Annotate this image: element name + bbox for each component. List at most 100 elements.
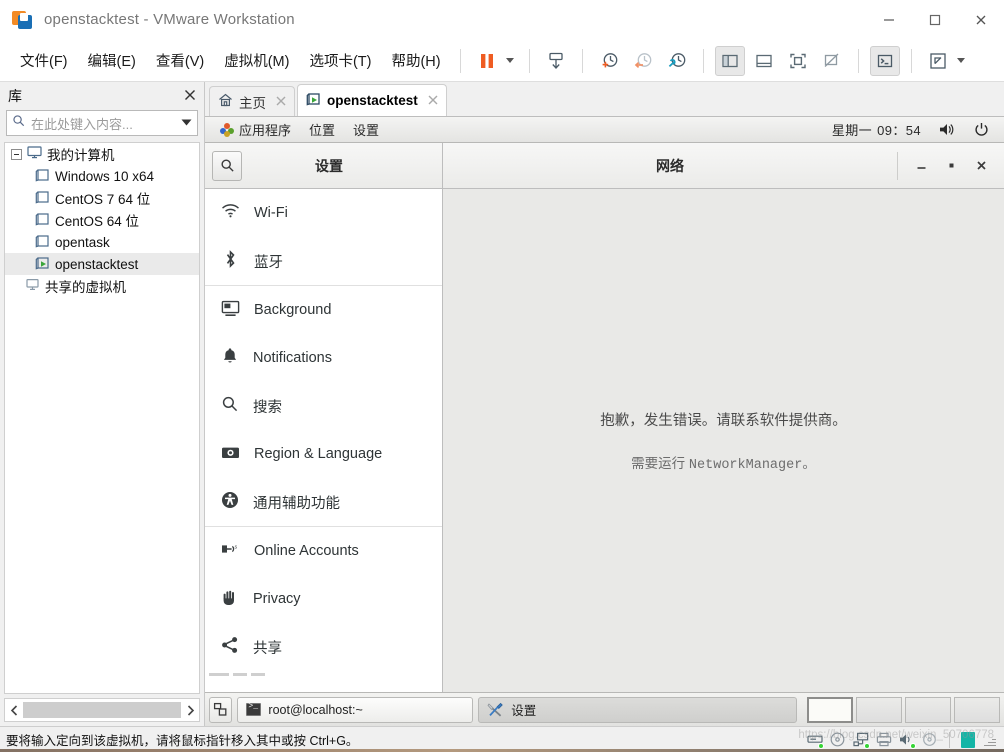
clock[interactable]: 星期一 09：54 bbox=[823, 120, 930, 139]
toolbar-divider bbox=[582, 49, 583, 73]
show-desktop-icon[interactable] bbox=[209, 697, 232, 723]
chevron-down-icon[interactable] bbox=[181, 114, 192, 132]
show-sidebar-icon[interactable] bbox=[715, 46, 745, 76]
sidebar-item-region-language[interactable]: Region & Language bbox=[205, 430, 442, 478]
stretch-dropdown-icon[interactable] bbox=[957, 58, 965, 63]
taskbar-item-settings[interactable]: 设置 bbox=[478, 697, 797, 723]
clock-day: 星期一 bbox=[832, 120, 872, 139]
close-icon[interactable] bbox=[276, 94, 286, 109]
search-icon bbox=[12, 114, 25, 132]
close-icon[interactable] bbox=[428, 93, 438, 108]
toolbar-divider bbox=[460, 49, 461, 73]
tree-item-openstacktest[interactable]: openstacktest bbox=[5, 253, 199, 275]
suspend-icon[interactable] bbox=[472, 46, 502, 76]
stretch-icon[interactable] bbox=[923, 46, 953, 76]
sidebar-scroll-indicator[interactable] bbox=[205, 671, 442, 678]
usb-icon[interactable] bbox=[922, 732, 938, 748]
minimize-button[interactable] bbox=[866, 0, 912, 40]
status-dot bbox=[864, 743, 870, 749]
search-icon bbox=[221, 395, 239, 417]
menu-bar: 文件(F) 编辑(E) 查看(V) 虚拟机(M) 选项卡(T) 帮助(H) bbox=[0, 40, 1004, 82]
sidebar-item-wifi[interactable]: Wi-Fi bbox=[205, 189, 442, 237]
places-menu[interactable]: 位置 bbox=[300, 120, 344, 139]
settings-body: Wi-Fi 蓝牙 bbox=[205, 189, 1004, 692]
menu-tabs[interactable]: 选项卡(T) bbox=[299, 46, 381, 75]
region-language-icon bbox=[221, 445, 240, 464]
library-header: 库 bbox=[0, 82, 204, 110]
library-search-box[interactable]: 在此处键入内容... bbox=[6, 110, 198, 136]
error-secondary-suffix: 。 bbox=[802, 456, 816, 471]
close-icon[interactable] bbox=[184, 88, 196, 104]
settings-menu[interactable]: 设置 bbox=[344, 120, 388, 139]
tab-openstacktest[interactable]: openstacktest bbox=[297, 84, 447, 116]
tree-item-centos-7[interactable]: CentOS 7 64 位 bbox=[5, 187, 199, 209]
sidebar-item-label: Notifications bbox=[253, 350, 332, 366]
resize-grip-icon[interactable] bbox=[982, 733, 996, 747]
chevron-right-icon[interactable] bbox=[181, 699, 199, 721]
tree-item-windows-10[interactable]: Windows 10 x64 bbox=[5, 165, 199, 187]
settings-title: 设置 bbox=[242, 156, 442, 176]
power-icon[interactable] bbox=[965, 122, 998, 137]
menu-vm[interactable]: 虚拟机(M) bbox=[214, 46, 299, 75]
volume-icon[interactable] bbox=[930, 122, 965, 137]
workspace-switcher[interactable] bbox=[807, 697, 1000, 723]
send-ctrl-alt-del-icon[interactable] bbox=[541, 46, 571, 76]
sidebar-item-sharing[interactable]: 共享 bbox=[205, 623, 442, 671]
sound-card-icon[interactable] bbox=[899, 732, 915, 748]
settings-sidebar[interactable]: Wi-Fi 蓝牙 bbox=[205, 189, 443, 692]
show-thumbnails-icon[interactable] bbox=[749, 46, 779, 76]
wrench-settings-icon bbox=[487, 702, 504, 718]
maximize-button[interactable] bbox=[912, 0, 958, 40]
window-controls bbox=[866, 0, 1004, 40]
tree-item-opentask[interactable]: opentask bbox=[5, 231, 199, 253]
snapshot-manager-icon[interactable] bbox=[662, 46, 692, 76]
library-horizontal-scrollbar[interactable] bbox=[4, 698, 200, 722]
workspace-3[interactable] bbox=[905, 697, 951, 723]
applications-menu[interactable]: 应用程序 bbox=[211, 120, 300, 139]
search-input[interactable]: 在此处键入内容... bbox=[31, 114, 175, 133]
sidebar-item-privacy[interactable]: Privacy bbox=[205, 575, 442, 623]
menu-help[interactable]: 帮助(H) bbox=[381, 46, 450, 75]
close-button[interactable] bbox=[958, 0, 1004, 40]
close-button[interactable] bbox=[966, 150, 996, 182]
sidebar-item-notifications[interactable]: Notifications bbox=[205, 334, 442, 382]
menu-view[interactable]: 查看(V) bbox=[146, 46, 214, 75]
tree-item-shared-vms[interactable]: 共享的虚拟机 bbox=[5, 275, 199, 297]
cd-dvd-icon[interactable] bbox=[830, 732, 846, 748]
share-icon bbox=[221, 636, 239, 658]
minimize-button[interactable] bbox=[906, 150, 936, 182]
teal-note-icon[interactable] bbox=[961, 732, 975, 748]
console-view-icon[interactable] bbox=[870, 46, 900, 76]
taskbar-item-terminal[interactable]: root@localhost:~ bbox=[237, 697, 473, 723]
printer-icon[interactable] bbox=[876, 732, 892, 748]
search-icon[interactable] bbox=[212, 151, 242, 181]
menu-edit[interactable]: 编辑(E) bbox=[78, 46, 146, 75]
workspace-row: 库 在此处键入内容... bbox=[0, 82, 1004, 726]
workspace-4[interactable] bbox=[954, 697, 1000, 723]
maximize-button[interactable] bbox=[936, 150, 966, 182]
unity-mode-icon[interactable] bbox=[817, 46, 847, 76]
chevron-left-icon[interactable] bbox=[5, 699, 23, 721]
workspace-2[interactable] bbox=[856, 697, 902, 723]
sidebar-item-accessibility[interactable]: 通用辅助功能 bbox=[205, 478, 442, 526]
tree-item-label: 我的计算机 bbox=[47, 144, 115, 164]
sidebar-item-bluetooth[interactable]: 蓝牙 bbox=[205, 237, 442, 285]
suspend-dropdown-icon[interactable] bbox=[506, 58, 514, 63]
tab-home[interactable]: 主页 bbox=[209, 86, 295, 116]
tree-item-my-computer[interactable]: 我的计算机 bbox=[5, 143, 199, 165]
sidebar-item-online-accounts[interactable]: s Online Accounts bbox=[205, 527, 442, 575]
snapshot-revert-icon[interactable] bbox=[628, 46, 658, 76]
network-adapter-icon[interactable] bbox=[853, 732, 869, 748]
tree-item-centos[interactable]: CentOS 64 位 bbox=[5, 209, 199, 231]
sidebar-item-search[interactable]: 搜索 bbox=[205, 382, 442, 430]
tree-item-label: openstacktest bbox=[55, 257, 138, 272]
menu-file[interactable]: 文件(F) bbox=[10, 46, 78, 75]
library-tree[interactable]: 我的计算机 Windows 10 x64 bbox=[4, 142, 200, 694]
scrollbar-thumb[interactable] bbox=[23, 702, 181, 718]
sidebar-item-background[interactable]: Background bbox=[205, 286, 442, 334]
workspace-1[interactable] bbox=[807, 697, 853, 723]
fullscreen-icon[interactable] bbox=[783, 46, 813, 76]
snapshot-take-icon[interactable] bbox=[594, 46, 624, 76]
hard-disk-icon[interactable] bbox=[807, 732, 823, 748]
collapse-expander-icon[interactable] bbox=[11, 149, 22, 160]
